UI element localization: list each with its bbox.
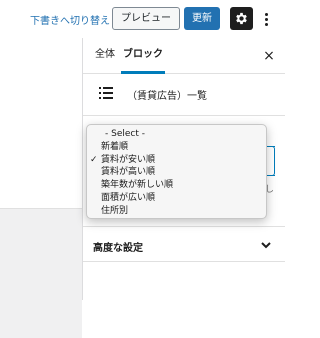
- preview-button[interactable]: プレビュー: [112, 7, 180, 30]
- dropdown-option[interactable]: 住所別: [87, 205, 266, 218]
- order-select-dropdown[interactable]: - Select - 新着順 ✓ 賃料が安い順 賃料が高い順 築年数が新しい順 …: [86, 124, 267, 219]
- advanced-settings-title: 高度な設定: [93, 243, 143, 254]
- chevron-down-icon: [261, 242, 271, 249]
- more-vertical-icon: [264, 12, 268, 16]
- sidebar-tabs: 全体 ブロック ×: [83, 38, 285, 74]
- more-options-button[interactable]: [260, 8, 272, 30]
- dropdown-option-selected[interactable]: ✓ 賃料が安い順: [87, 154, 266, 167]
- block-title: （賃貸広告）一覧: [127, 91, 207, 102]
- gear-icon: [236, 12, 247, 25]
- dropdown-option[interactable]: 築年数が新しい順: [87, 179, 266, 192]
- list-icon: [99, 87, 113, 99]
- block-card: （賃貸広告）一覧: [83, 74, 285, 116]
- switch-to-draft-link[interactable]: 下書きへ切り替え: [30, 12, 110, 27]
- editor-block-area[interactable]: [0, 208, 82, 338]
- tab-document[interactable]: 全体: [95, 38, 115, 74]
- dropdown-option[interactable]: 面積が広い順: [87, 192, 266, 205]
- tab-block[interactable]: ブロック: [121, 38, 165, 74]
- dropdown-option[interactable]: 新着順: [87, 141, 266, 154]
- advanced-settings-panel[interactable]: 高度な設定: [83, 226, 285, 262]
- editor-canvas[interactable]: [0, 38, 82, 338]
- update-button[interactable]: 更新: [184, 7, 220, 30]
- check-icon: ✓: [90, 154, 98, 165]
- close-icon[interactable]: ×: [261, 48, 277, 64]
- settings-button[interactable]: [230, 7, 253, 30]
- dropdown-option[interactable]: 賃料が高い順: [87, 166, 266, 179]
- editor-toolbar: 下書きへ切り替え プレビュー 更新: [0, 0, 284, 38]
- dropdown-option[interactable]: - Select -: [87, 128, 266, 141]
